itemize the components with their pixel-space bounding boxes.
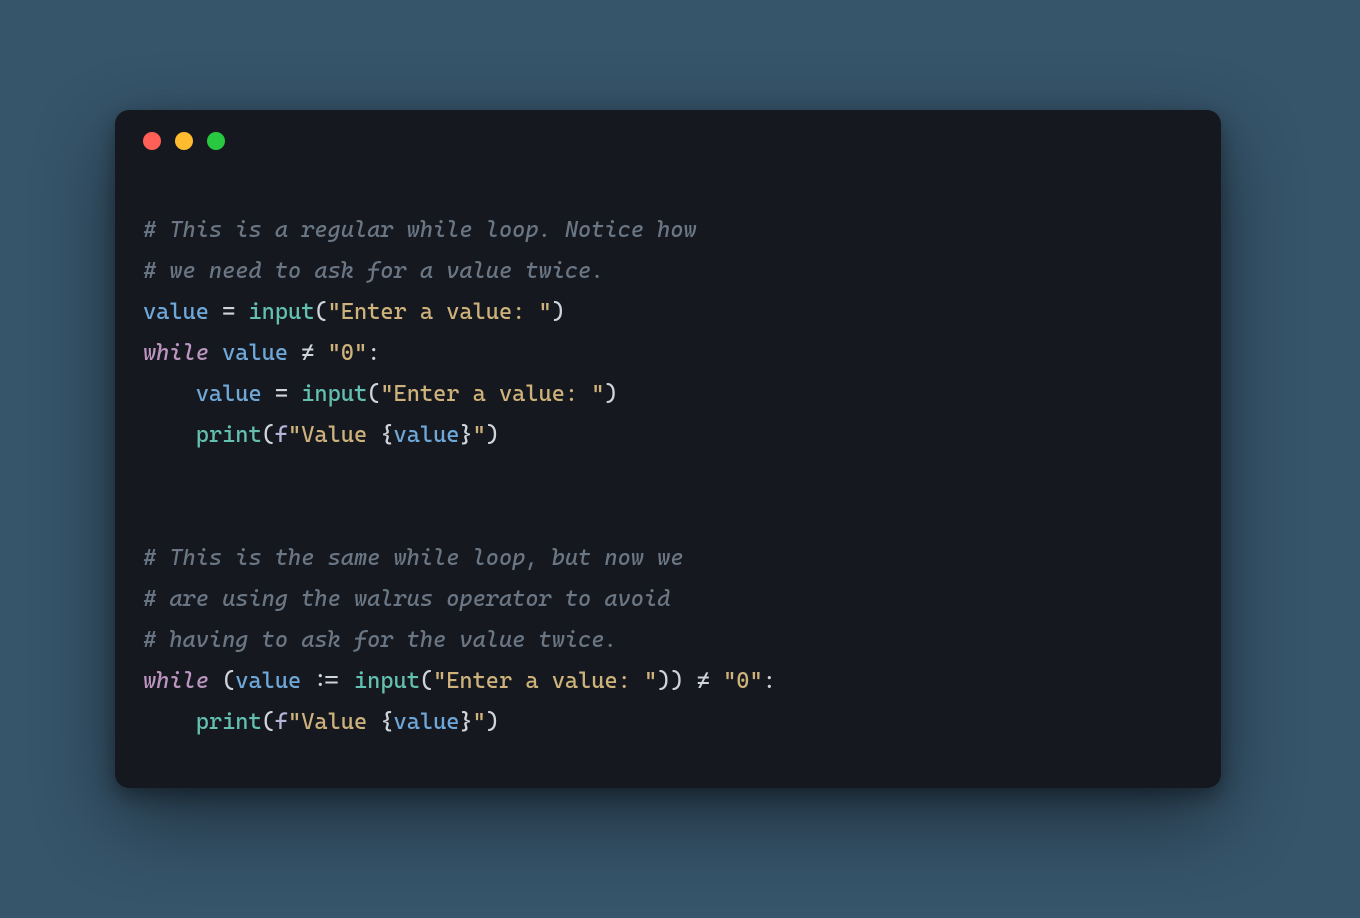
comment: # we need to ask for a value twice. [143, 258, 604, 284]
keyword-while: while [143, 668, 209, 694]
space [209, 668, 222, 694]
colon: : [763, 668, 776, 694]
indent [143, 709, 196, 735]
comment: # This is a regular while loop. Notice h… [143, 217, 697, 243]
variable: value [196, 381, 262, 407]
func-call: input [301, 381, 367, 407]
paren: ( [420, 668, 433, 694]
paren: ) [552, 299, 565, 325]
operator-eq: = [262, 381, 302, 407]
variable: value [235, 668, 301, 694]
variable: value [394, 709, 460, 735]
operator-neq: ≠ [697, 661, 723, 702]
string: "0" [328, 340, 368, 366]
func-call: input [354, 668, 420, 694]
paren: ) [486, 422, 499, 448]
zoom-icon[interactable] [207, 132, 225, 150]
func-call: print [196, 422, 262, 448]
code-block: # This is a regular while loop. Notice h… [115, 150, 1221, 773]
paren: ( [314, 299, 327, 325]
operator-eq: = [209, 299, 249, 325]
string: "0" [723, 668, 763, 694]
func-call: input [248, 299, 314, 325]
comment: # are using the walrus operator to avoid [143, 586, 670, 612]
string: "Enter a value: " [328, 299, 552, 325]
comment: # This is the same while loop, but now w… [143, 545, 684, 571]
f-prefix: f [275, 709, 288, 735]
operator-walrus: := [301, 668, 354, 694]
minimize-icon[interactable] [175, 132, 193, 150]
brace: } [459, 709, 472, 735]
code-window: # This is a regular while loop. Notice h… [115, 110, 1221, 788]
close-icon[interactable] [143, 132, 161, 150]
paren: ( [262, 709, 275, 735]
paren: ) [486, 709, 499, 735]
comment: # having to ask for the value twice. [143, 627, 618, 653]
paren: )) [657, 668, 697, 694]
brace: } [459, 422, 472, 448]
variable: value [394, 422, 460, 448]
f-prefix: f [275, 422, 288, 448]
brace: { [380, 709, 393, 735]
func-call: print [196, 709, 262, 735]
indent [143, 422, 196, 448]
string: " [473, 709, 486, 735]
paren: ( [222, 668, 235, 694]
paren: ( [262, 422, 275, 448]
string: "Value [288, 709, 380, 735]
keyword-while: while [143, 340, 209, 366]
space [209, 340, 222, 366]
string: "Enter a value: " [380, 381, 604, 407]
variable: value [143, 299, 209, 325]
string: "Value [288, 422, 380, 448]
colon: : [367, 340, 380, 366]
variable: value [222, 340, 288, 366]
indent [143, 381, 196, 407]
paren: ) [604, 381, 617, 407]
paren: ( [367, 381, 380, 407]
string: "Enter a value: " [433, 668, 657, 694]
brace: { [380, 422, 393, 448]
operator-neq: ≠ [288, 333, 328, 374]
window-controls [115, 110, 1221, 150]
string: " [473, 422, 486, 448]
